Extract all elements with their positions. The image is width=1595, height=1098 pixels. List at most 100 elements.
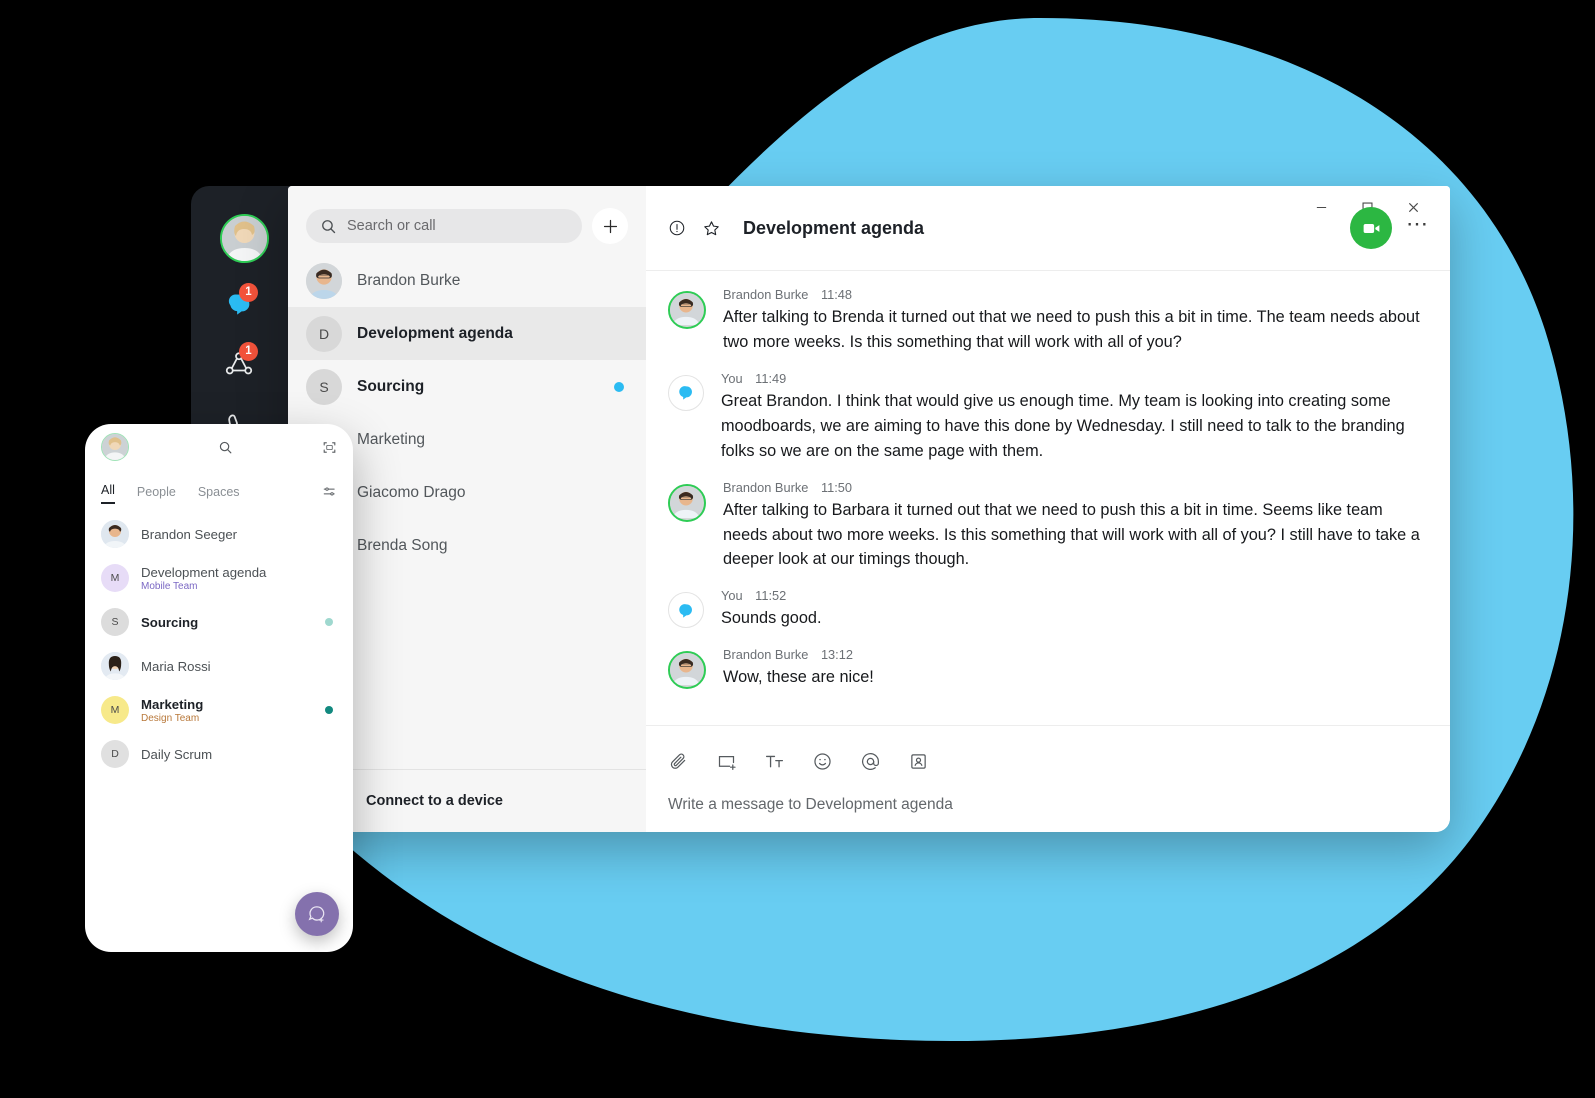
message: You 11:49 Great Brandon. I think that wo… [668,371,1426,464]
mobile-list-item-sourcing[interactable]: S Sourcing [85,600,353,644]
mobile-header [85,424,353,470]
mobile-app-window: All People Spaces Brandon Seeger M Devel… [85,424,353,952]
message-text: After talking to Brenda it turned out th… [723,308,1420,351]
avatar [668,592,704,629]
chat-bubble-icon [678,604,692,618]
page-title: Development agenda [743,217,925,238]
message-meta: Brandon Burke 11:48 [723,287,1423,302]
message-author: You [721,370,743,386]
message-meta: Brandon Burke 13:12 [723,647,874,662]
conversation-name: Giacomo Drago [357,483,466,501]
contact-card-icon[interactable] [908,751,929,772]
rail-item-chat[interactable]: 1 [213,279,265,331]
conversation-name: Marketing [357,430,426,448]
avatar-initial: M [101,696,129,724]
message-meta: Brandon Burke 11:50 [723,480,1423,495]
avatar-initial: S [306,368,342,405]
chat-header-actions: ⋯ [1350,207,1430,249]
mobile-item-name: Development agenda [141,564,267,580]
tab-people[interactable]: People [137,485,176,504]
status-dot [325,618,333,626]
message-author: Brandon Burke [723,287,809,302]
search-icon [322,219,336,233]
mobile-item-subtitle: Design Team [141,712,200,724]
conversation-item-development-agenda[interactable]: D Development agenda [288,307,646,360]
tab-all[interactable]: All [101,483,115,504]
message: Brandon Burke 11:50 After talking to Bar… [668,480,1426,573]
mobile-list-item-daily-scrum[interactable]: D Daily Scrum [85,732,353,776]
attach-icon[interactable] [668,751,689,772]
message: Brandon Burke 13:12 Wow, these are nice! [668,647,1426,690]
sidebar-toolbar: Search or call [288,186,646,254]
mobile-filter-button[interactable] [322,484,337,504]
conversation-name: Development agenda [357,324,513,342]
message-time: 11:50 [820,479,853,495]
mobile-item-name: Sourcing [141,614,199,630]
mobile-tabs: All People Spaces [85,470,353,504]
search-input[interactable]: Search or call [306,209,582,243]
conversation-name: Brenda Song [357,536,448,554]
message-text: Great Brandon. I think that would give u… [721,391,1405,460]
rail-item-spaces[interactable]: 1 [213,339,265,391]
star-icon[interactable] [702,219,721,238]
more-options-button[interactable]: ⋯ [1406,213,1430,237]
mobile-search-button[interactable] [129,440,322,455]
composer-toolbar [668,740,1428,782]
mobile-scan-button[interactable] [322,440,337,455]
mobile-list-item-brandon-seeger[interactable]: Brandon Seeger [85,512,353,556]
message-time: 11:52 [755,588,787,604]
mobile-item-subtitle: Mobile Team [141,580,198,592]
mobile-list-item-maria-rossi[interactable]: Maria Rossi [85,644,353,688]
avatar [101,652,129,680]
avatar-initial: S [101,608,129,636]
conversation-item-sourcing[interactable]: S Sourcing [288,360,646,413]
mobile-list-item-development-agenda[interactable]: M Development agenda Mobile Team [85,556,353,600]
new-chat-fab[interactable] [295,892,339,936]
message: Brandon Burke 11:48 After talking to Bre… [668,287,1426,355]
emoji-icon[interactable] [812,751,833,772]
avatar [306,262,342,299]
message-meta: You 11:52 [721,588,822,603]
video-call-icon [1363,223,1379,233]
text-format-icon[interactable] [764,751,785,772]
mobile-item-name: Maria Rossi [141,658,211,674]
new-conversation-button[interactable] [592,208,628,244]
message-time: 11:49 [755,370,787,386]
message-meta: You 11:49 [721,371,1421,386]
message-input[interactable]: Write a message to Development agenda [668,782,1428,832]
message-time: 13:12 [820,647,853,663]
mobile-list-item-marketing[interactable]: M Marketing Design Team [85,688,353,732]
avatar-initial: D [306,315,342,352]
mobile-item-name: Marketing [141,696,204,712]
message-author: Brandon Burke [723,479,809,495]
screen-share-icon[interactable] [716,751,737,772]
message-list: Brandon Burke 11:48 After talking to Bre… [646,271,1450,725]
spaces-unread-badge: 1 [239,342,258,361]
info-icon[interactable] [668,219,686,237]
avatar [668,483,706,522]
message-text: Sounds good. [721,609,822,628]
mention-icon[interactable] [860,751,881,772]
message-text: After talking to Barbara it turned out t… [723,500,1420,569]
tab-spaces[interactable]: Spaces [198,485,240,504]
scan-icon [323,441,336,453]
mobile-item-name: Daily Scrum [141,746,213,762]
mobile-item-name: Brandon Seeger [141,526,238,542]
avatar[interactable] [101,433,129,461]
avatar [668,291,706,329]
message: You 11:52 Sounds good. [668,588,1426,631]
conversation-name: Sourcing [357,377,425,395]
message-author: Brandon Burke [723,647,809,663]
conversation-name: Brandon Burke [357,271,461,289]
message-time: 11:48 [820,287,853,302]
plus-icon [603,219,617,233]
video-call-button[interactable] [1350,207,1392,249]
chat-header: Development agenda ⋯ [646,186,1450,271]
avatar[interactable] [220,214,269,263]
unread-dot [614,381,624,392]
connect-label: Connect to a device [366,793,503,809]
mobile-list-gap [85,504,353,512]
conversation-item-brandon-burke[interactable]: Brandon Burke [288,254,646,307]
filter-icon [323,487,335,496]
avatar-initial: M [101,564,129,592]
